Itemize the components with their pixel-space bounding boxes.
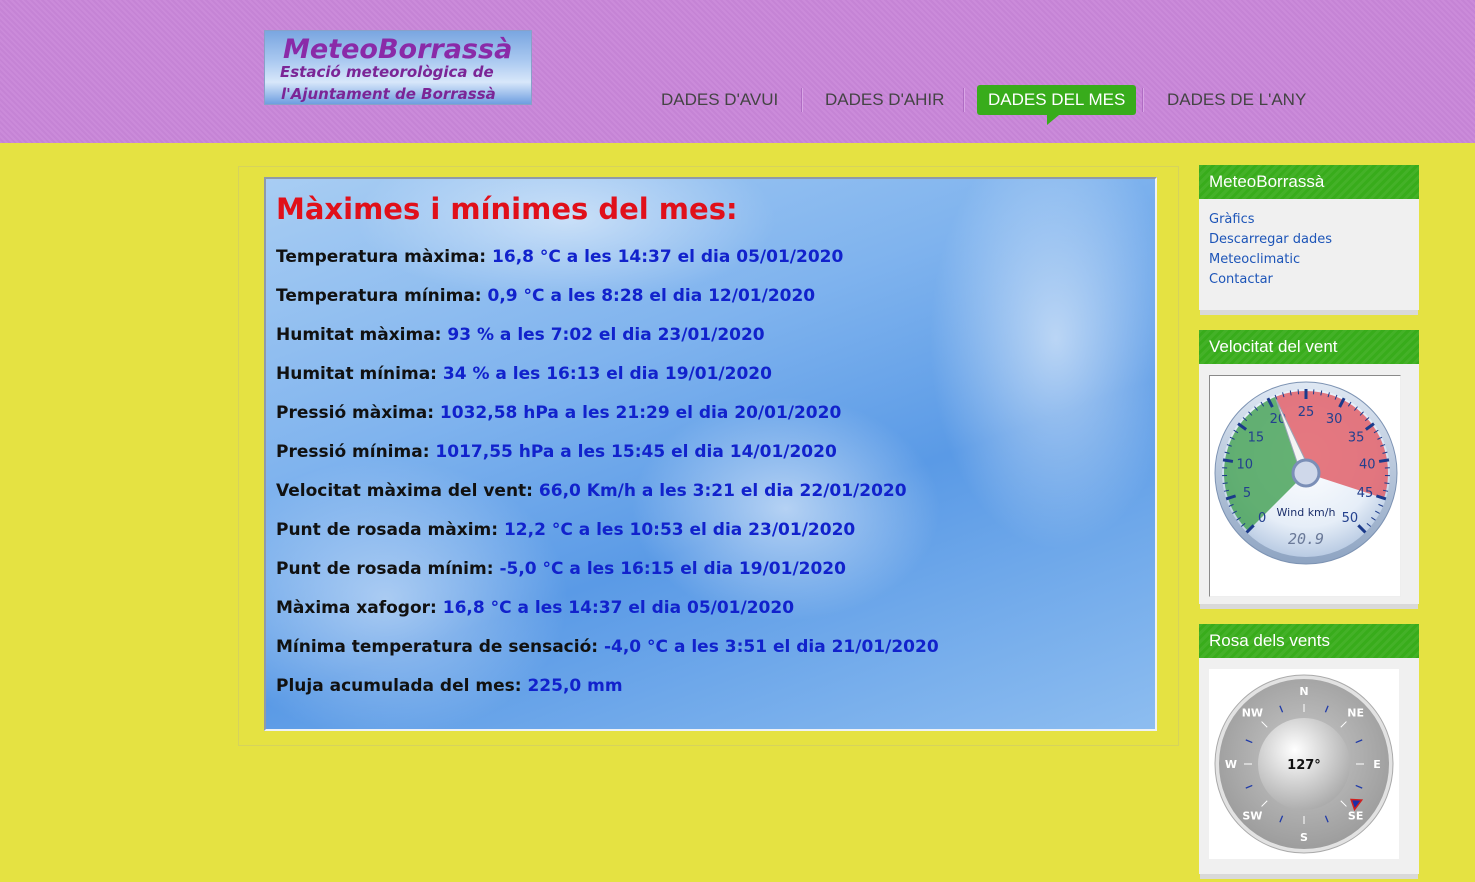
direction-readout: 127°: [1287, 758, 1321, 773]
stat-label: Màxima xafogor:: [276, 598, 437, 618]
sidebar-widget-wind-speed: Velocitat del vent 0 5 10 15 20 25 30 35 40 45 50 …: [1199, 330, 1419, 604]
compass-label: S: [1300, 831, 1308, 844]
link-contactar[interactable]: Contactar: [1209, 270, 1409, 290]
gauge-tick-label: 0: [1258, 511, 1266, 526]
stat-value: 16,8 °C a les 14:37 el dia 05/01/2020: [492, 247, 844, 267]
sidebar-widget-wind-rose: Rosa dels vents N NE E SE S SW W NW 127°: [1199, 624, 1419, 874]
sidebar-widget-links: MeteoBorrassà Gràfics Descarregar dades …: [1199, 165, 1419, 310]
nav-divider: [801, 88, 803, 112]
nav-divider: [1142, 88, 1144, 112]
compass-svg: N NE E SE S SW W NW 127°: [1214, 674, 1394, 854]
stat-row: Pluja acumulada del mes: 225,0 mm: [276, 675, 623, 697]
widget-title: Velocitat del vent: [1199, 330, 1419, 364]
stat-value: 225,0 mm: [527, 676, 623, 696]
stat-row: Temperatura mínima: 0,9 °C a les 8:28 el…: [276, 285, 815, 307]
compass-label: NE: [1347, 706, 1364, 719]
stat-label: Punt de rosada màxim:: [276, 520, 499, 540]
link-meteoclimatic[interactable]: Meteoclimatic: [1209, 250, 1409, 270]
stat-value: -4,0 °C a les 3:51 el dia 21/01/2020: [603, 637, 939, 657]
compass-label: W: [1225, 758, 1237, 771]
stat-row: Punt de rosada màxim: 12,2 °C a les 10:5…: [276, 519, 855, 541]
stat-label: Pluja acumulada del mes:: [276, 676, 522, 696]
wind-gauge-svg: 05101520 25 3035404550 Wind km/h 20.9: [1214, 381, 1398, 565]
gauge-tick-label: 15: [1248, 431, 1265, 446]
stat-label: Pressió mínima:: [276, 442, 430, 462]
gauge-tick-label: 45: [1357, 486, 1374, 501]
stat-value: 16,8 °C a les 14:37 el dia 05/01/2020: [442, 598, 795, 618]
stat-label: Mínima temperatura de sensació:: [276, 637, 599, 657]
gauge-unit-label: Wind km/h: [1277, 506, 1336, 519]
stat-row: Pressió màxima: 1032,58 hPa a les 21:29 …: [276, 402, 841, 424]
compass-label: E: [1373, 758, 1381, 771]
stat-value: -5,0 °C a les 16:15 el dia 19/01/2020: [499, 559, 846, 579]
stat-row: Mínima temperatura de sensació: -4,0 °C …: [276, 636, 939, 658]
gauge-tick: [1378, 458, 1390, 463]
gauge-tick-label: 10: [1236, 457, 1253, 472]
stat-row: Humitat màxima: 93 % a les 7:02 el dia 2…: [276, 324, 765, 346]
wind-speed-gauge: 0 5 10 15 20 25 30 35 40 45 50 Wind km/h 20.9: [1209, 375, 1401, 597]
stat-label: Humitat mínima:: [276, 364, 437, 384]
stat-value: 34 % a les 16:13 el dia 19/01/2020: [442, 364, 772, 384]
link-grafics[interactable]: Gràfics: [1209, 210, 1409, 230]
stat-row: Velocitat màxima del vent: 66,0 Km/h a l…: [276, 480, 907, 502]
sidebar-link-list: Gràfics Descarregar dades Meteoclimatic …: [1199, 199, 1419, 298]
compass-label: SW: [1242, 810, 1262, 823]
gauge-tick: [1384, 482, 1390, 485]
stat-label: Pressió màxima:: [276, 403, 434, 423]
stat-value: 1032,58 hPa a les 21:29 el dia 20/01/202…: [439, 403, 842, 423]
logo-title: MeteoBorrassà: [283, 34, 513, 65]
stat-value: 12,2 °C a les 10:53 el dia 23/01/2020: [503, 520, 856, 540]
stat-label: Humitat màxima:: [276, 325, 442, 345]
site-logo[interactable]: MeteoBorrassà Estació meteorològica de l…: [264, 30, 532, 105]
stat-value: 1017,55 hPa a les 15:45 el dia 14/01/202…: [435, 442, 837, 462]
stat-value: 93 % a les 7:02 el dia 23/01/2020: [447, 325, 765, 345]
stat-row: Temperatura màxima: 16,8 °C a les 14:37 …: [276, 246, 843, 268]
gauge-tick: [1222, 458, 1234, 463]
gauge-hub: [1291, 458, 1321, 488]
compass-label: SE: [1348, 810, 1363, 823]
page-title: Màximes i mínimes del mes:: [276, 192, 738, 226]
stat-label: Temperatura mínima:: [276, 286, 482, 306]
monthly-extremes-panel: Màximes i mínimes del mes: Temperatura m…: [264, 177, 1157, 731]
widget-title: MeteoBorrassà: [1199, 165, 1419, 199]
stat-row: Pressió mínima: 1017,55 hPa a les 15:45 …: [276, 441, 837, 463]
gauge-tick-label: 40: [1359, 457, 1376, 472]
stat-value: 0,9 °C a les 8:28 el dia 12/01/2020: [487, 286, 816, 306]
wind-rose-compass: N NE E SE S SW W NW 127°: [1209, 669, 1399, 859]
active-tab-pointer: [1047, 115, 1059, 125]
site-header: MeteoBorrassà Estació meteorològica de l…: [0, 0, 1475, 143]
stat-label: Temperatura màxima:: [276, 247, 487, 267]
nav-item-dades-mes[interactable]: DADES DEL MES: [977, 85, 1137, 115]
compass-label: N: [1299, 685, 1308, 698]
nav-item-dades-ahir[interactable]: DADES D'AHIR: [825, 85, 944, 115]
logo-subtitle-2: l'Ajuntament de Borrassà: [281, 85, 496, 103]
gauge-tick-label: 35: [1348, 431, 1365, 446]
logo-subtitle-1: Estació meteorològica de: [280, 63, 494, 81]
nav-item-dades-any[interactable]: DADES DE L'ANY: [1167, 85, 1306, 115]
widget-title: Rosa dels vents: [1199, 624, 1419, 658]
gauge-tick-label: 30: [1326, 412, 1343, 427]
stat-label: Punt de rosada mínim:: [276, 559, 494, 579]
nav-divider: [963, 88, 965, 112]
stat-label: Velocitat màxima del vent:: [276, 481, 533, 501]
stat-row: Màxima xafogor: 16,8 °C a les 14:37 el d…: [276, 597, 794, 619]
link-descarregar-dades[interactable]: Descarregar dades: [1209, 230, 1409, 250]
gauge-tick-label: 5: [1243, 486, 1251, 501]
nav-item-dades-avui[interactable]: DADES D'AVUI: [661, 85, 778, 115]
stat-row: Punt de rosada mínim: -5,0 °C a les 16:1…: [276, 558, 846, 580]
gauge-readout: 20.9: [1288, 530, 1324, 548]
gauge-tick-label: 25: [1298, 405, 1315, 420]
stat-value: 66,0 Km/h a les 3:21 el dia 22/01/2020: [538, 481, 907, 501]
gauge-tick-label: 50: [1342, 511, 1359, 526]
gauge-tick: [1222, 482, 1228, 485]
compass-label: NW: [1242, 706, 1263, 719]
stat-row: Humitat mínima: 34 % a les 16:13 el dia …: [276, 363, 772, 385]
